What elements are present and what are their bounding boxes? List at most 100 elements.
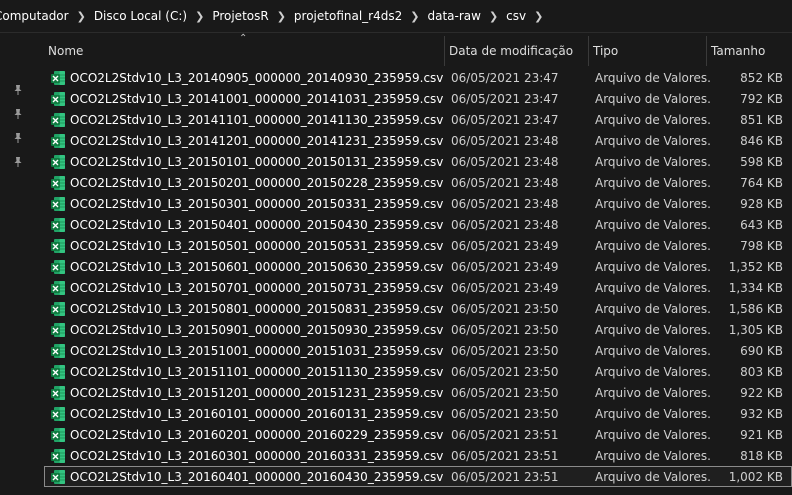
breadcrumb-label[interactable]: csv	[501, 9, 531, 23]
chevron-right-icon[interactable]: ❯	[74, 10, 89, 23]
file-row[interactable]: OCO2L2Stdv10_L3_20160301_000000_20160331…	[44, 445, 792, 466]
chevron-right-icon[interactable]: ❯	[192, 10, 207, 23]
file-name-cell[interactable]: OCO2L2Stdv10_L3_20150901_000000_20150930…	[45, 322, 448, 338]
breadcrumb-item[interactable]: Computador ❯	[0, 0, 89, 32]
chevron-right-icon[interactable]: ❯	[486, 10, 501, 23]
address-bar[interactable]: Computador ❯ Disco Local (C:) ❯ ProjetosR ❯…	[0, 0, 792, 33]
excel-csv-file-icon	[50, 469, 66, 485]
file-row[interactable]: OCO2L2Stdv10_L3_20150301_000000_20150331…	[44, 193, 792, 214]
breadcrumb-item[interactable]: projetofinal_r4ds2 ❯	[289, 0, 423, 32]
file-size: 846 KB	[740, 133, 783, 148]
file-name[interactable]: OCO2L2Stdv10_L3_20150901_000000_20150930…	[70, 323, 443, 337]
file-row[interactable]: OCO2L2Stdv10_L3_20150401_000000_20150430…	[44, 214, 792, 235]
breadcrumb-label[interactable]: data-raw	[422, 9, 485, 23]
file-size: 922 KB	[740, 385, 783, 400]
excel-csv-file-icon	[50, 175, 66, 191]
file-name-cell[interactable]: OCO2L2Stdv10_L3_20160101_000000_20160131…	[45, 406, 448, 422]
file-row[interactable]: OCO2L2Stdv10_L3_20160101_000000_20160131…	[44, 403, 792, 424]
file-row[interactable]: OCO2L2Stdv10_L3_20141101_000000_20141130…	[44, 109, 792, 130]
file-name[interactable]: OCO2L2Stdv10_L3_20150101_000000_20150131…	[70, 155, 443, 169]
file-type: Arquivo de Valores...	[595, 280, 710, 295]
file-row[interactable]: OCO2L2Stdv10_L3_20150801_000000_20150831…	[44, 298, 792, 319]
pin-icon[interactable]	[12, 108, 24, 120]
file-row[interactable]: OCO2L2Stdv10_L3_20141201_000000_20141231…	[44, 130, 792, 151]
file-name[interactable]: OCO2L2Stdv10_L3_20150501_000000_20150531…	[70, 239, 443, 253]
file-row[interactable]: OCO2L2Stdv10_L3_20150601_000000_20150630…	[44, 256, 792, 277]
file-type: Arquivo de Valores...	[595, 364, 710, 379]
column-header-modified[interactable]: Data de modificação	[445, 36, 589, 66]
file-name[interactable]: OCO2L2Stdv10_L3_20150601_000000_20150630…	[70, 260, 443, 274]
file-name-cell[interactable]: OCO2L2Stdv10_L3_20141201_000000_20141231…	[45, 133, 448, 149]
breadcrumb-item[interactable]: data-raw ❯	[422, 0, 501, 32]
file-name[interactable]: OCO2L2Stdv10_L3_20141001_000000_20141031…	[70, 92, 443, 106]
file-row[interactable]: OCO2L2Stdv10_L3_20151001_000000_20151031…	[44, 340, 792, 361]
file-name-cell[interactable]: OCO2L2Stdv10_L3_20150401_000000_20150430…	[45, 217, 448, 233]
file-name[interactable]: OCO2L2Stdv10_L3_20160201_000000_20160229…	[70, 428, 443, 442]
file-name[interactable]: OCO2L2Stdv10_L3_20151101_000000_20151130…	[70, 365, 443, 379]
file-modified: 06/05/2021 23:50	[451, 343, 559, 358]
file-name[interactable]: OCO2L2Stdv10_L3_20150801_000000_20150831…	[70, 302, 443, 316]
file-modified: 06/05/2021 23:50	[451, 406, 559, 421]
breadcrumb-item[interactable]: ProjetosR ❯	[207, 0, 289, 32]
column-header-type[interactable]: Tipo	[589, 36, 707, 66]
pin-icon[interactable]	[12, 156, 24, 168]
file-name-cell[interactable]: OCO2L2Stdv10_L3_20150801_000000_20150831…	[45, 301, 448, 317]
file-row[interactable]: OCO2L2Stdv10_L3_20150701_000000_20150731…	[44, 277, 792, 298]
chevron-right-icon[interactable]: ❯	[274, 10, 289, 23]
file-name[interactable]: OCO2L2Stdv10_L3_20150701_000000_20150731…	[70, 281, 443, 295]
file-name-cell[interactable]: OCO2L2Stdv10_L3_20160201_000000_20160229…	[45, 427, 448, 443]
file-name-cell[interactable]: OCO2L2Stdv10_L3_20150501_000000_20150531…	[45, 238, 448, 254]
file-name-cell[interactable]: OCO2L2Stdv10_L3_20150701_000000_20150731…	[45, 280, 448, 296]
breadcrumb-label[interactable]: Disco Local (C:)	[89, 9, 192, 23]
file-name-cell[interactable]: OCO2L2Stdv10_L3_20150201_000000_20150228…	[45, 175, 448, 191]
file-name[interactable]: OCO2L2Stdv10_L3_20140905_000000_20140930…	[70, 71, 443, 85]
file-name-cell[interactable]: OCO2L2Stdv10_L3_20150601_000000_20150630…	[45, 259, 448, 275]
file-row[interactable]: OCO2L2Stdv10_L3_20150901_000000_20150930…	[44, 319, 792, 340]
breadcrumb-label[interactable]: ProjetosR	[207, 9, 273, 23]
file-list: OCO2L2Stdv10_L3_20140905_000000_20140930…	[44, 67, 792, 495]
file-name[interactable]: OCO2L2Stdv10_L3_20160401_000000_20160430…	[70, 470, 443, 484]
file-name-cell[interactable]: OCO2L2Stdv10_L3_20160401_000000_20160430…	[45, 469, 448, 485]
column-header-name[interactable]: ⌃ Nome	[44, 33, 445, 66]
breadcrumb-label[interactable]: projetofinal_r4ds2	[289, 9, 407, 23]
file-name[interactable]: OCO2L2Stdv10_L3_20151001_000000_20151031…	[70, 344, 443, 358]
file-name-cell[interactable]: OCO2L2Stdv10_L3_20151101_000000_20151130…	[45, 364, 448, 380]
file-name-cell[interactable]: OCO2L2Stdv10_L3_20140905_000000_20140930…	[45, 70, 448, 86]
file-row[interactable]: OCO2L2Stdv10_L3_20150201_000000_20150228…	[44, 172, 792, 193]
file-row[interactable]: OCO2L2Stdv10_L3_20141001_000000_20141031…	[44, 88, 792, 109]
file-name-cell[interactable]: OCO2L2Stdv10_L3_20141001_000000_20141031…	[45, 91, 448, 107]
file-row[interactable]: OCO2L2Stdv10_L3_20140905_000000_20140930…	[44, 67, 792, 88]
pin-icon[interactable]	[12, 84, 24, 96]
chevron-right-icon[interactable]: ❯	[407, 10, 422, 23]
file-type: Arquivo de Valores...	[595, 238, 710, 253]
file-modified: 06/05/2021 23:47	[451, 91, 559, 106]
file-row[interactable]: OCO2L2Stdv10_L3_20160401_000000_20160430…	[44, 466, 792, 487]
file-name-cell[interactable]: OCO2L2Stdv10_L3_20151201_000000_20151231…	[45, 385, 448, 401]
file-row[interactable]: OCO2L2Stdv10_L3_20151101_000000_20151130…	[44, 361, 792, 382]
breadcrumb-item[interactable]: csv ❯	[501, 0, 546, 32]
column-header-size[interactable]: Tamanho	[707, 36, 787, 66]
file-type: Arquivo de Valores...	[595, 70, 710, 85]
breadcrumb-label[interactable]: Computador	[0, 9, 74, 23]
file-row[interactable]: OCO2L2Stdv10_L3_20150501_000000_20150531…	[44, 235, 792, 256]
file-name-cell[interactable]: OCO2L2Stdv10_L3_20151001_000000_20151031…	[45, 343, 448, 359]
chevron-right-icon[interactable]: ❯	[531, 10, 546, 23]
file-name[interactable]: OCO2L2Stdv10_L3_20160101_000000_20160131…	[70, 407, 443, 421]
file-name-cell[interactable]: OCO2L2Stdv10_L3_20160301_000000_20160331…	[45, 448, 448, 464]
file-name-cell[interactable]: OCO2L2Stdv10_L3_20150101_000000_20150131…	[45, 154, 448, 170]
file-name[interactable]: OCO2L2Stdv10_L3_20141201_000000_20141231…	[70, 134, 443, 148]
file-name[interactable]: OCO2L2Stdv10_L3_20141101_000000_20141130…	[70, 113, 443, 127]
file-name[interactable]: OCO2L2Stdv10_L3_20150201_000000_20150228…	[70, 176, 443, 190]
breadcrumb-item[interactable]: Disco Local (C:) ❯	[89, 0, 208, 32]
file-name-cell[interactable]: OCO2L2Stdv10_L3_20150301_000000_20150331…	[45, 196, 448, 212]
file-name[interactable]: OCO2L2Stdv10_L3_20160301_000000_20160331…	[70, 449, 443, 463]
file-name[interactable]: OCO2L2Stdv10_L3_20150301_000000_20150331…	[70, 197, 443, 211]
file-name[interactable]: OCO2L2Stdv10_L3_20150401_000000_20150430…	[70, 218, 443, 232]
file-row[interactable]: OCO2L2Stdv10_L3_20150101_000000_20150131…	[44, 151, 792, 172]
file-row[interactable]: OCO2L2Stdv10_L3_20151201_000000_20151231…	[44, 382, 792, 403]
excel-csv-file-icon	[50, 385, 66, 401]
pin-icon[interactable]	[12, 132, 24, 144]
file-row[interactable]: OCO2L2Stdv10_L3_20160201_000000_20160229…	[44, 424, 792, 445]
file-name-cell[interactable]: OCO2L2Stdv10_L3_20141101_000000_20141130…	[45, 112, 448, 128]
file-name[interactable]: OCO2L2Stdv10_L3_20151201_000000_20151231…	[70, 386, 443, 400]
